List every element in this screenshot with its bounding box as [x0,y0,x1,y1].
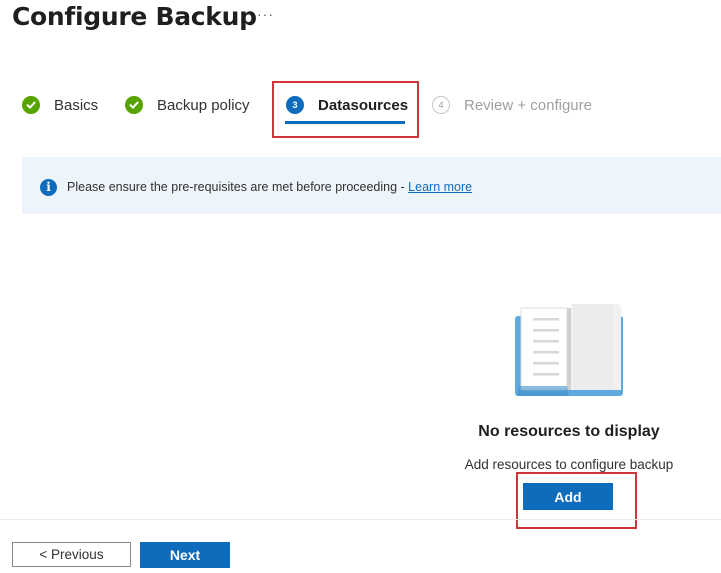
info-message-text: Please ensure the pre-requisites are met… [67,180,409,194]
empty-state-title: No resources to display [478,423,660,440]
highlight-box-datasources [272,81,419,138]
tab-backup-policy-label: Backup policy [157,96,250,114]
tab-review-configure[interactable]: 4 Review + configure [432,92,592,118]
tab-basics[interactable]: Basics [22,92,98,118]
highlight-box-add [516,472,637,529]
more-options-button[interactable]: ··· [257,6,274,22]
info-banner: i Please ensure the pre-requisites are m… [22,157,721,214]
previous-button[interactable]: < Previous [12,542,131,567]
learn-more-link[interactable]: Learn more [408,180,472,194]
info-icon: i [40,179,57,196]
footer-divider [0,519,721,520]
open-book-icon [513,302,625,398]
info-message: Please ensure the pre-requisites are met… [67,180,472,194]
check-circle-icon [22,96,40,114]
tab-basics-label: Basics [54,96,99,114]
tab-backup-policy[interactable]: Backup policy [125,92,250,118]
empty-state-subtitle: Add resources to configure backup [464,457,674,472]
page-title: Configure Backup [12,2,257,31]
next-button[interactable]: Next [140,542,230,568]
check-circle-icon [125,96,143,114]
tab-review-configure-label: Review + configure [464,96,592,114]
step-number-icon: 4 [432,96,450,114]
